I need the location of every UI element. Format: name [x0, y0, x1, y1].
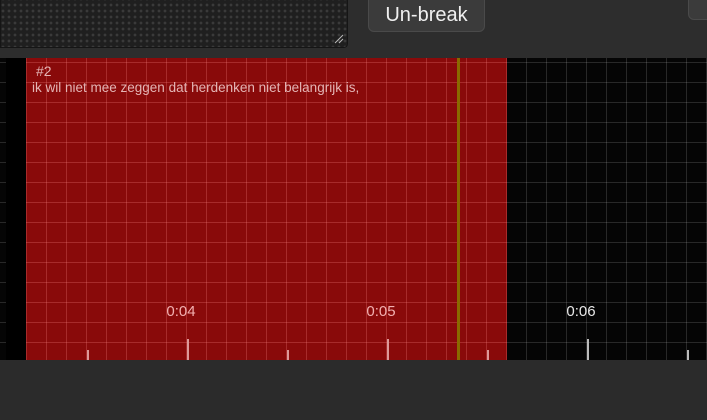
subtitle-text-input[interactable]: [0, 0, 348, 48]
region-text: ik wil niet mee zeggen dat herdenken nie…: [32, 80, 360, 95]
major-tick: [187, 339, 189, 360]
minor-tick: [687, 350, 689, 360]
time-label-0-06: 0:06: [566, 303, 596, 320]
major-tick: [587, 339, 589, 360]
time-label-0-04: 0:04: [166, 303, 196, 320]
resize-handle-icon[interactable]: [334, 34, 344, 44]
timeline-gap: [6, 58, 26, 360]
playhead-cursor[interactable]: [457, 58, 460, 360]
unbreak-button[interactable]: Un-break: [368, 0, 485, 32]
toolbar-button-partial[interactable]: [688, 0, 707, 20]
minor-tick: [87, 350, 89, 360]
waveform-timeline[interactable]: #2 ik wil niet mee zeggen dat herdenken …: [0, 58, 707, 360]
major-tick: [387, 339, 389, 360]
time-label-0-05: 0:05: [366, 303, 396, 320]
region-index: #2: [36, 63, 52, 79]
editor-toolbar: Un-break: [0, 0, 707, 58]
minor-tick: [287, 350, 289, 360]
subtitle-region[interactable]: #2 ik wil niet mee zeggen dat herdenken …: [26, 58, 507, 360]
bottom-panel: [0, 360, 707, 420]
minor-tick: [487, 350, 489, 360]
